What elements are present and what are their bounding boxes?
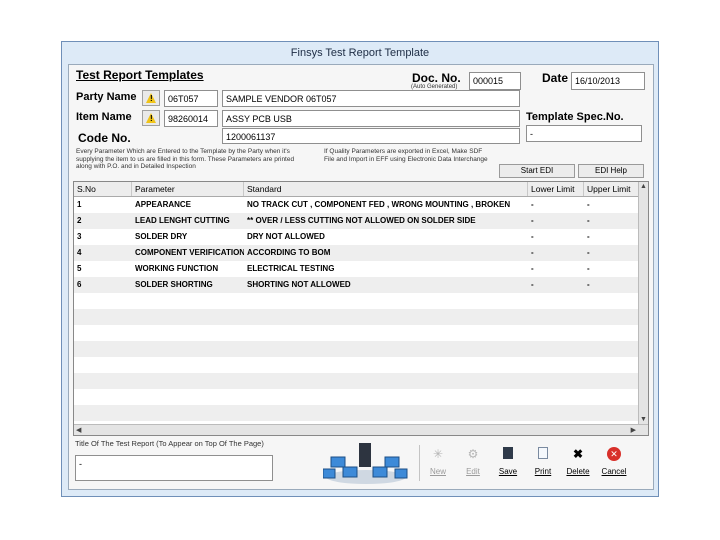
- table-cell[interactable]: ** OVER / LESS CUTTING NOT ALLOWED ON SO…: [244, 213, 528, 229]
- table-cell[interactable]: SOLDER SHORTING: [132, 277, 244, 293]
- note-left: Every Parameter Which are Entered to the…: [76, 148, 295, 170]
- table-row[interactable]: 2 LEAD LENGHT CUTTING ** OVER / LESS CUTTI…: [74, 213, 648, 229]
- cancel-icon: ✕: [607, 447, 621, 461]
- start-edi-button[interactable]: Start EDI: [499, 164, 575, 178]
- edit-gear-icon: ⚙: [467, 447, 479, 461]
- table-row[interactable]: [74, 341, 648, 357]
- table-row[interactable]: 5 WORKING FUNCTION ELECTRICAL TESTING - -: [74, 261, 648, 277]
- party-name-label: Party Name: [76, 91, 137, 103]
- date-field[interactable]: 16/10/2013: [571, 72, 645, 90]
- table-cell[interactable]: -: [584, 213, 640, 229]
- table-cell[interactable]: ACCORDING TO BOM: [244, 245, 528, 261]
- table-cell[interactable]: APPEARANCE: [132, 197, 244, 213]
- form-panel: Test Report Templates Doc. No. (Auto Gen…: [68, 64, 654, 490]
- scroll-down-icon[interactable]: ▼: [640, 416, 647, 423]
- table-cell[interactable]: 1: [74, 197, 132, 213]
- main-window: Finsys Test Report Template Test Report …: [61, 41, 659, 497]
- scroll-left-icon[interactable]: ◀: [76, 426, 81, 434]
- new-button[interactable]: ✳ New: [423, 445, 453, 481]
- template-spec-field[interactable]: -: [526, 125, 642, 142]
- table-cell[interactable]: -: [528, 277, 584, 293]
- print-icon: [538, 447, 548, 459]
- cancel-button[interactable]: ✕ Cancel: [599, 445, 629, 481]
- col-lower-limit[interactable]: Lower Limit: [528, 182, 584, 196]
- note-right: If Quality Parameters are exported in Ex…: [324, 148, 488, 163]
- parameters-grid[interactable]: S.No Parameter Standard Lower Limit Uppe…: [73, 181, 649, 436]
- table-cell[interactable]: NO TRACK CUT , COMPONENT FED , WRONG MOU…: [244, 197, 528, 213]
- item-name-label: Item Name: [76, 111, 132, 123]
- footer-area: Title Of The Test Report (To Appear on T…: [73, 437, 647, 485]
- table-cell[interactable]: -: [528, 245, 584, 261]
- item-name-field[interactable]: ASSY PCB USB: [222, 110, 520, 127]
- table-row[interactable]: [74, 357, 648, 373]
- code-no-field[interactable]: 1200061137: [222, 128, 520, 144]
- table-row[interactable]: [74, 389, 648, 405]
- window-title: Finsys Test Report Template: [290, 47, 430, 59]
- table-row[interactable]: 3 SOLDER DRY DRY NOT ALLOWED - -: [74, 229, 648, 245]
- table-cell[interactable]: -: [584, 245, 640, 261]
- table-cell[interactable]: SHORTING NOT ALLOWED: [244, 277, 528, 293]
- table-row[interactable]: [74, 373, 648, 389]
- edi-help-button[interactable]: EDI Help: [578, 164, 644, 178]
- col-parameter[interactable]: Parameter: [132, 182, 244, 196]
- grid-header: S.No Parameter Standard Lower Limit Uppe…: [74, 182, 648, 197]
- table-row[interactable]: [74, 405, 648, 421]
- table-cell[interactable]: 3: [74, 229, 132, 245]
- item-warning-icon[interactable]: !: [142, 110, 160, 126]
- scroll-right-icon[interactable]: ▶: [631, 426, 636, 434]
- col-sno[interactable]: S.No: [74, 182, 132, 196]
- save-button[interactable]: Save: [493, 445, 523, 481]
- report-title-label: Title Of The Test Report (To Appear on T…: [75, 439, 264, 448]
- table-cell[interactable]: DRY NOT ALLOWED: [244, 229, 528, 245]
- party-name-field[interactable]: SAMPLE VENDOR 06T057: [222, 90, 520, 107]
- scroll-up-icon[interactable]: ▲: [640, 183, 647, 190]
- table-row[interactable]: 4 COMPONENT VERIFICATION ACCORDING TO BOM -…: [74, 245, 648, 261]
- table-cell[interactable]: -: [584, 277, 640, 293]
- report-title-field[interactable]: -: [75, 455, 273, 481]
- party-code-field[interactable]: 06T057: [164, 90, 218, 107]
- table-row[interactable]: 1 APPEARANCE NO TRACK CUT , COMPONENT FED …: [74, 197, 648, 213]
- table-cell[interactable]: ELECTRICAL TESTING: [244, 261, 528, 277]
- vertical-scrollbar[interactable]: ▲ ▼: [638, 182, 648, 435]
- table-cell[interactable]: 5: [74, 261, 132, 277]
- save-icon: [503, 447, 513, 459]
- doc-no-label: Doc. No.: [412, 71, 461, 85]
- print-button[interactable]: Print: [528, 445, 558, 481]
- code-no-label: Code No.: [78, 131, 131, 145]
- template-spec-label: Template Spec.No.: [526, 111, 624, 123]
- table-cell[interactable]: LEAD LENGHT CUTTING: [132, 213, 244, 229]
- table-cell[interactable]: -: [528, 261, 584, 277]
- new-icon: ✳: [432, 447, 444, 461]
- table-cell[interactable]: SOLDER DRY: [132, 229, 244, 245]
- table-row[interactable]: [74, 309, 648, 325]
- col-standard[interactable]: Standard: [244, 182, 528, 196]
- section-title: Test Report Templates: [76, 68, 204, 82]
- party-warning-icon[interactable]: !: [142, 90, 160, 106]
- item-code-field[interactable]: 98260014: [164, 110, 218, 127]
- table-row[interactable]: 6 SOLDER SHORTING SHORTING NOT ALLOWED - -: [74, 277, 648, 293]
- table-cell[interactable]: COMPONENT VERIFICATION: [132, 245, 244, 261]
- table-cell[interactable]: -: [584, 229, 640, 245]
- delete-button[interactable]: ✖ Delete: [563, 445, 593, 481]
- table-cell[interactable]: -: [528, 213, 584, 229]
- col-upper-limit[interactable]: Upper Limit: [584, 182, 640, 196]
- doc-no-field[interactable]: 000015: [469, 72, 521, 90]
- table-row[interactable]: [74, 325, 648, 341]
- table-row[interactable]: [74, 293, 648, 309]
- table-cell[interactable]: WORKING FUNCTION: [132, 261, 244, 277]
- network-computers-icon: [323, 443, 408, 484]
- table-cell[interactable]: 2: [74, 213, 132, 229]
- table-cell[interactable]: -: [528, 197, 584, 213]
- table-cell[interactable]: -: [584, 197, 640, 213]
- table-cell[interactable]: -: [584, 261, 640, 277]
- horizontal-scrollbar[interactable]: ◀ ▶: [74, 424, 648, 435]
- table-cell[interactable]: -: [528, 229, 584, 245]
- date-label: Date: [542, 71, 569, 85]
- edit-button[interactable]: ⚙ Edit: [458, 445, 488, 481]
- table-cell[interactable]: 6: [74, 277, 132, 293]
- delete-x-icon: ✖: [572, 447, 584, 461]
- table-cell[interactable]: 4: [74, 245, 132, 261]
